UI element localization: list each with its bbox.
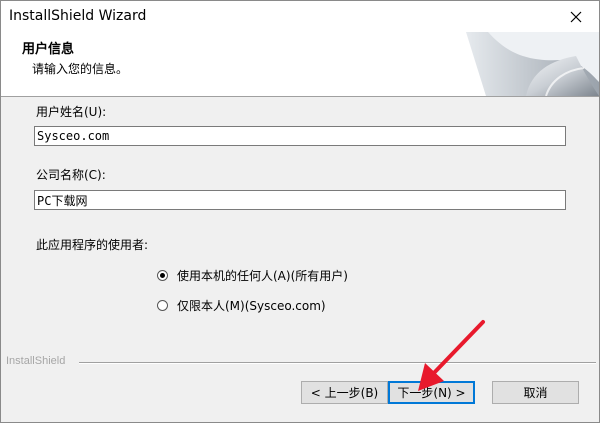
page-subtitle: 请输入您的信息。 (32, 62, 129, 76)
footer-divider (79, 362, 596, 364)
radio-only-me-label: 仅限本人(M)(Sysceo.com) (177, 299, 326, 313)
wizard-header: 用户信息 请输入您的信息。 (1, 32, 599, 97)
cancel-button[interactable]: 取消 (492, 381, 579, 404)
back-button[interactable]: < 上一步(B) (301, 381, 388, 404)
radio-only-me[interactable]: 仅限本人(M)(Sysceo.com) (157, 297, 326, 314)
header-page-curl-graphic (466, 32, 599, 96)
username-input[interactable] (34, 126, 566, 146)
installshield-wizard-window: InstallShield Wizard 用户信息 请输入您的信息。 用户姓名(… (0, 0, 600, 423)
company-input[interactable] (34, 190, 566, 210)
app-users-label: 此应用程序的使用者: (36, 238, 149, 252)
company-label: 公司名称(C): (36, 168, 106, 182)
window-title: InstallShield Wizard (9, 8, 147, 24)
radio-button-only-me[interactable] (157, 300, 168, 311)
radio-all-users-label: 使用本机的任何人(A)(所有用户) (177, 269, 348, 283)
radio-all-users[interactable]: 使用本机的任何人(A)(所有用户) (157, 267, 348, 284)
next-button[interactable]: 下一步(N) > (388, 381, 475, 404)
installshield-brand-label: InstallShield (6, 355, 66, 367)
title-bar: InstallShield Wizard (1, 1, 599, 32)
page-title: 用户信息 (22, 42, 75, 57)
close-button[interactable] (553, 1, 599, 32)
username-label: 用户姓名(U): (36, 105, 107, 119)
close-icon (570, 11, 582, 22)
radio-button-all-users[interactable] (157, 270, 168, 281)
